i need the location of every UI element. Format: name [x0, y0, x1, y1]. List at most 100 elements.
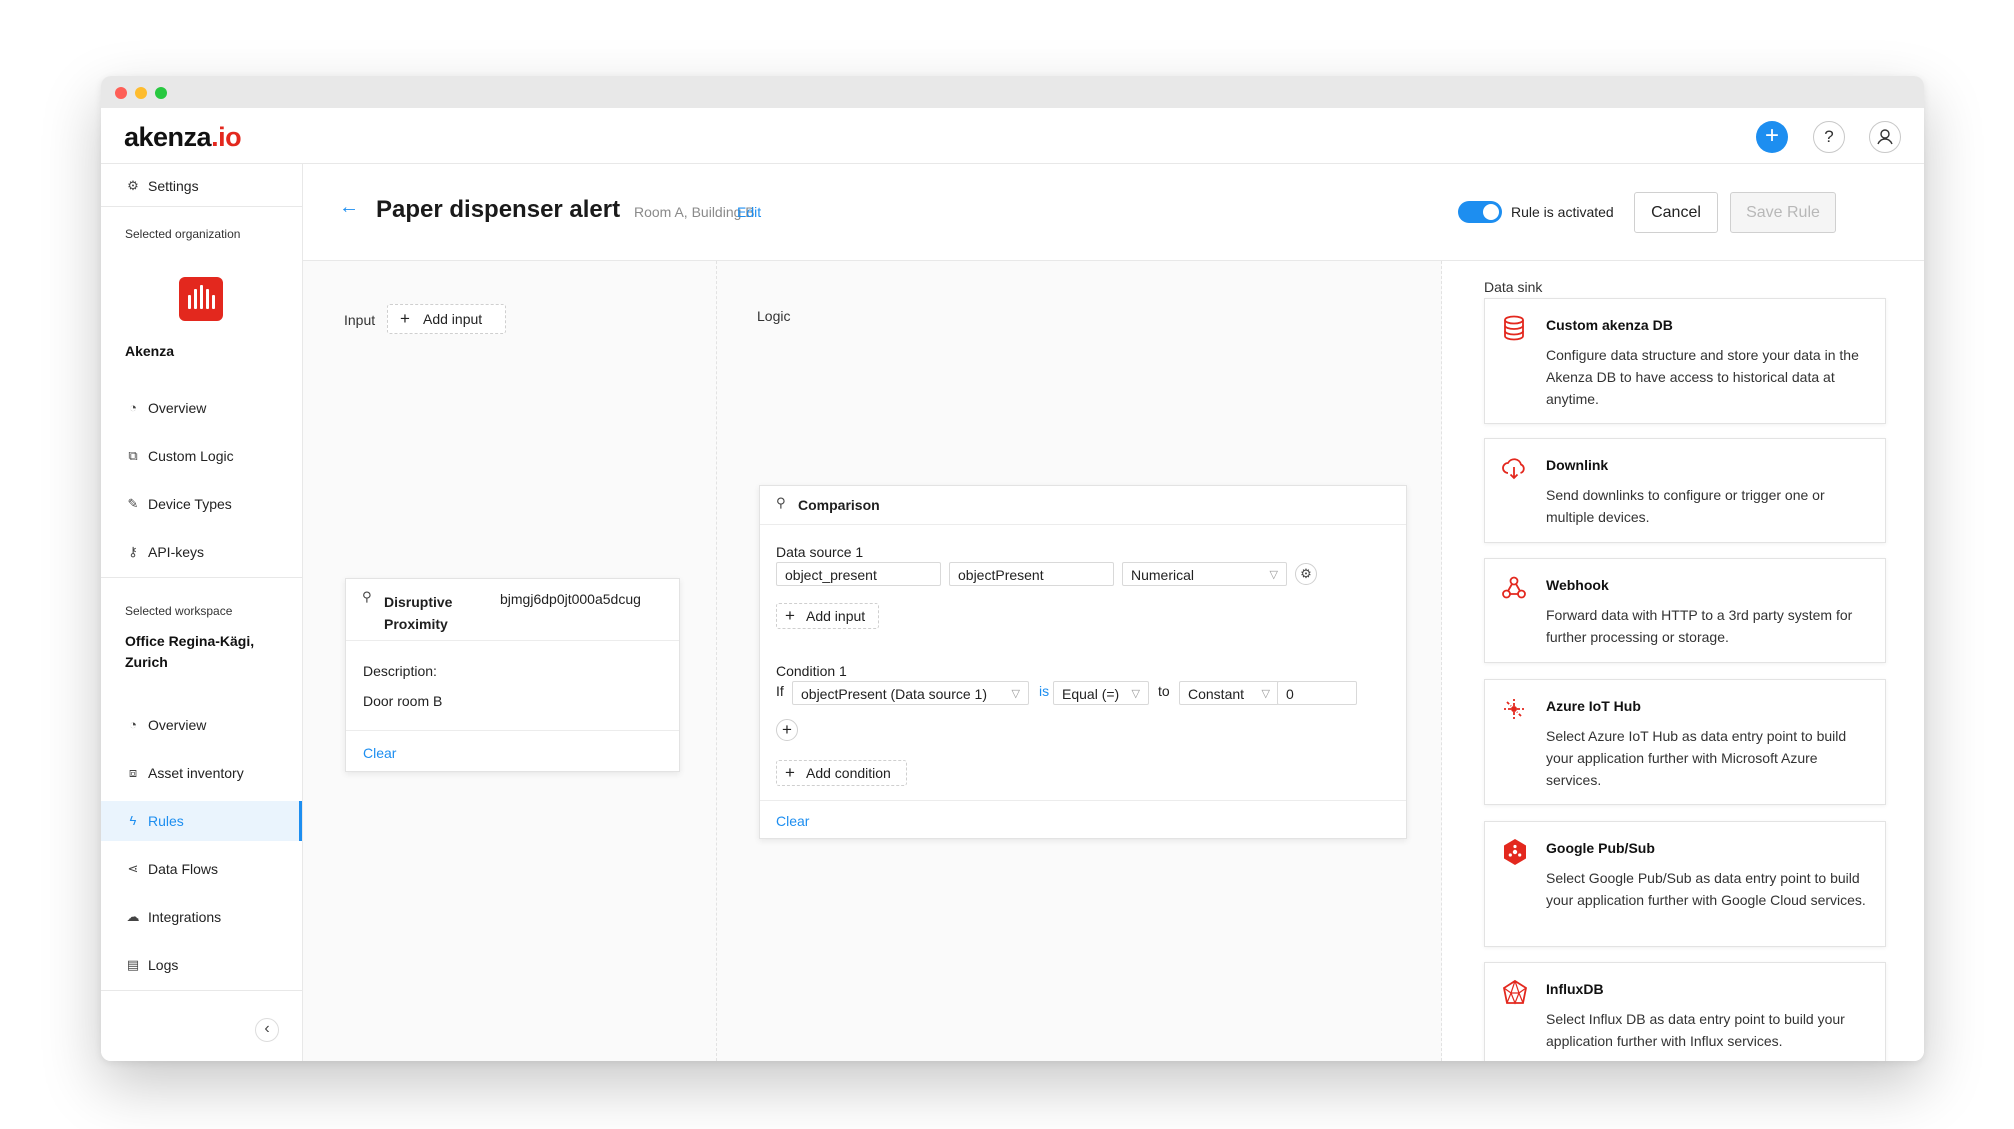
- plus-icon: +: [1764, 122, 1779, 149]
- sidebar-item-integrations[interactable]: ☁ Integrations: [101, 897, 302, 937]
- data-type-select[interactable]: Numerical ▽: [1122, 562, 1287, 586]
- sidebar-item-label: Logs: [148, 957, 179, 973]
- data-source-device-field[interactable]: object_present: [776, 562, 941, 586]
- add-rule-plus-button[interactable]: +: [776, 719, 798, 741]
- sidebar-item-rules[interactable]: ϟ Rules: [101, 801, 302, 841]
- sink-google-pub-sub[interactable]: Google Pub/Sub Select Google Pub/Sub as …: [1484, 821, 1886, 947]
- sidebar-item-label: Settings: [148, 178, 199, 194]
- sink-influxdb[interactable]: InfluxDB Select Influx DB as data entry …: [1484, 962, 1886, 1061]
- sidebar-item-settings[interactable]: ⚙ Settings: [101, 166, 302, 206]
- comparison-card[interactable]: ⚲ Comparison Data source 1 object_presen…: [759, 485, 1407, 839]
- divider: [101, 206, 302, 207]
- cloud-icon: ☁: [126, 909, 140, 924]
- akenza-logo[interactable]: akenza.io: [124, 122, 242, 153]
- dashboard-icon: ◔: [129, 400, 137, 415]
- add-input-button[interactable]: + Add input: [387, 304, 506, 334]
- add-condition-button[interactable]: + Add condition: [776, 760, 907, 786]
- sidebar-item-api-keys[interactable]: ⚷ API-keys: [101, 532, 302, 572]
- sidebar-item-data-flows[interactable]: ⋖ Data Flows: [101, 849, 302, 889]
- sidebar-item-label: Integrations: [148, 909, 222, 925]
- chevron-down-icon: ▽: [1131, 688, 1140, 700]
- assets-icon: ⧈: [128, 765, 138, 780]
- webhook-icon: [1501, 575, 1527, 601]
- chevron-down-icon: ▽: [1011, 688, 1020, 700]
- sink-title: Google Pub/Sub: [1546, 840, 1655, 856]
- to-label: to: [1158, 683, 1170, 699]
- sidebar-item-label: Rules: [148, 813, 184, 829]
- link-icon: ⚲: [776, 495, 786, 510]
- sink-webhook[interactable]: Webhook Forward data with HTTP to a 3rd …: [1484, 558, 1886, 663]
- condition-label: Condition 1: [776, 663, 847, 679]
- add-data-input-button[interactable]: + Add input: [776, 603, 879, 629]
- org-name: Akenza: [125, 343, 175, 359]
- sink-title: Webhook: [1546, 577, 1609, 593]
- gear-icon: ⚙: [127, 178, 139, 193]
- rule-activation-toggle[interactable]: [1458, 201, 1502, 223]
- org-logo: [179, 277, 223, 321]
- cancel-button[interactable]: Cancel: [1634, 192, 1718, 233]
- operator-select[interactable]: Equal (=) ▽: [1053, 681, 1149, 705]
- description-value: Door room B: [363, 693, 443, 709]
- logic-column-label: Logic: [757, 308, 791, 324]
- field-value: Constant: [1188, 686, 1245, 702]
- sidebar-item-org-overview[interactable]: ◔ Overview: [101, 388, 302, 428]
- sidebar: ⚙ Settings Selected organization Akenza …: [101, 164, 303, 1061]
- lightning-icon: ϟ: [129, 813, 137, 828]
- data-source-property-field[interactable]: objectPresent: [949, 562, 1114, 586]
- toggle-label: Rule is activated: [1511, 204, 1614, 220]
- plus-icon: +: [785, 606, 795, 625]
- sink-title: Azure IoT Hub: [1546, 698, 1641, 714]
- logo-suffix: .io: [211, 122, 242, 152]
- value-type-select[interactable]: Constant ▽: [1179, 681, 1279, 705]
- sidebar-item-label: Asset inventory: [148, 765, 244, 781]
- field-value: Numerical: [1131, 567, 1195, 583]
- button-label: Add input: [806, 608, 866, 624]
- user-account-button[interactable]: [1869, 121, 1901, 153]
- sink-description: Configure data structure and store your …: [1546, 347, 1859, 407]
- comparison-title: Comparison: [798, 497, 880, 513]
- clear-logic-link[interactable]: Clear: [776, 813, 809, 829]
- sink-custom-akenza-db[interactable]: Custom akenza DB Configure data structur…: [1484, 298, 1886, 424]
- divider: [346, 730, 679, 731]
- sidebar-item-asset-inventory[interactable]: ⧈ Asset inventory: [101, 753, 302, 793]
- gear-icon[interactable]: ⚙: [1295, 563, 1317, 585]
- maximize-window-button[interactable]: [155, 87, 167, 99]
- app-window: akenza.io + ? ⚙ Settings Selected organi…: [101, 76, 1924, 1061]
- sink-description: Forward data with HTTP to a 3rd party sy…: [1546, 607, 1853, 645]
- column-divider: [716, 261, 717, 1061]
- clear-input-link[interactable]: Clear: [363, 745, 396, 761]
- org-caption: Selected organization: [125, 227, 241, 241]
- value-input[interactable]: 0: [1277, 681, 1357, 705]
- sink-azure-iot-hub[interactable]: Azure IoT Hub Select Azure IoT Hub as da…: [1484, 679, 1886, 805]
- sidebar-item-overview[interactable]: ◔ Overview: [101, 705, 302, 745]
- collapse-sidebar-button[interactable]: ‹: [255, 1018, 279, 1042]
- description-label: Description:: [363, 663, 437, 679]
- condition-source-select[interactable]: objectPresent (Data source 1) ▽: [792, 681, 1029, 705]
- back-arrow-icon[interactable]: ←: [339, 196, 359, 219]
- sink-description: Select Azure IoT Hub as data entry point…: [1546, 728, 1847, 788]
- dashboard-icon: ◔: [129, 717, 137, 732]
- input-device-card[interactable]: ⚲ Disruptive Proximity bjmgj6dp0jt000a5d…: [345, 578, 680, 772]
- add-button[interactable]: +: [1756, 121, 1788, 153]
- device-card-header: ⚲ Disruptive Proximity bjmgj6dp0jt000a5d…: [346, 579, 679, 641]
- help-button[interactable]: ?: [1813, 121, 1845, 153]
- field-value: object_present: [785, 567, 877, 583]
- link-icon: ⚲: [362, 589, 372, 604]
- question-icon: ?: [1824, 127, 1834, 146]
- plus-icon: +: [785, 763, 795, 782]
- azure-iot-icon: [1501, 696, 1527, 722]
- sink-title: InfluxDB: [1546, 981, 1604, 997]
- divider: [101, 577, 302, 578]
- workspace-caption: Selected workspace: [125, 604, 233, 618]
- sink-downlink[interactable]: Downlink Send downlinks to configure or …: [1484, 438, 1886, 543]
- minimize-window-button[interactable]: [135, 87, 147, 99]
- divider: [101, 990, 302, 991]
- share-icon: ⋖: [127, 861, 139, 876]
- close-window-button[interactable]: [115, 87, 127, 99]
- edit-link[interactable]: Edit: [737, 204, 761, 220]
- sidebar-item-custom-logic[interactable]: ⧉ Custom Logic: [101, 436, 302, 476]
- sidebar-item-device-types[interactable]: ✎ Device Types: [101, 484, 302, 524]
- sidebar-item-logs[interactable]: ▤ Logs: [101, 945, 302, 985]
- save-rule-button[interactable]: Save Rule: [1730, 192, 1836, 233]
- logo-text: akenza: [124, 122, 212, 152]
